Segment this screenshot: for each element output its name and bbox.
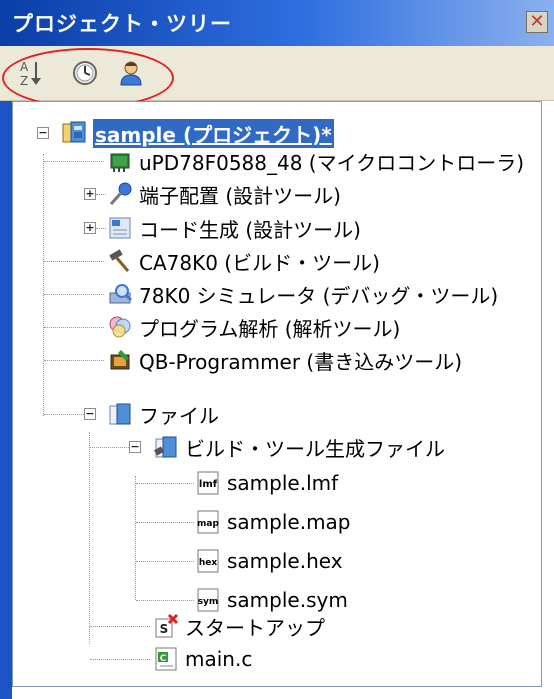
- tree-item-writer[interactable]: QB-Programmer (書き込みツール): [107, 345, 462, 375]
- tree-connector: [89, 432, 90, 644]
- person-icon: [120, 61, 142, 86]
- tree-connector: [44, 294, 104, 295]
- lmf-icon-label: lmf: [199, 479, 218, 490]
- hex-file-icon: hex: [197, 549, 219, 573]
- tree-item-map[interactable]: map sample.map: [195, 507, 351, 537]
- tree-item-label: CA78K0 (ビルド・ツール): [139, 250, 380, 275]
- folder-files-icon: [109, 403, 131, 425]
- hex-icon-label: hex: [199, 558, 218, 568]
- tree-item-microcontroller[interactable]: uPD78F0588_48 (マイクロコントローラ): [107, 146, 524, 176]
- tree-connector: [135, 476, 136, 600]
- map-file-icon: map: [197, 510, 219, 534]
- code-gen-icon: [109, 217, 131, 239]
- toolbar: A Z: [0, 46, 554, 101]
- map-icon-label: map: [197, 519, 219, 529]
- tree-item-startup[interactable]: S スタートアップ: [153, 611, 325, 641]
- project-icon: [62, 121, 86, 143]
- tree-item-label: main.c: [185, 647, 253, 671]
- tree-item-analysis[interactable]: プログラム解析 (解析ツール): [107, 312, 400, 342]
- tree-item-label: 端子配置 (設計ツール): [139, 183, 341, 208]
- tree-item-label: プログラム解析 (解析ツール): [139, 316, 401, 341]
- tree-item-label: sample.sym: [227, 588, 348, 612]
- c-file-icon: C: [155, 647, 177, 671]
- clock-button[interactable]: [70, 58, 100, 88]
- panel-title: プロジェクト・ツリー: [12, 12, 232, 36]
- sym-file-icon: sym: [197, 588, 219, 612]
- tree-item-label: sample (プロジェクト)*: [93, 118, 334, 148]
- close-icon: ✕: [529, 11, 545, 32]
- tree-connector: [90, 659, 150, 660]
- s-icon-label: S: [160, 622, 169, 636]
- tree-connector: [136, 522, 194, 523]
- tree-item-label: sample.map: [227, 510, 351, 534]
- tree-view: − sample (プロジェクト)* uPD78F0588_48 (マイクロコン…: [12, 101, 542, 687]
- collapse-toggle[interactable]: −: [37, 127, 49, 139]
- expand-toggle[interactable]: +: [84, 222, 96, 234]
- project-tree: − sample (プロジェクト)* uPD78F0588_48 (マイクロコン…: [0, 101, 554, 699]
- tree-item-build-files[interactable]: ビルド・ツール生成ファイル: [153, 432, 445, 462]
- programmer-icon: [110, 350, 130, 370]
- analysis-icon: [109, 316, 131, 338]
- tree-item-code-gen[interactable]: コード生成 (設計ツール): [107, 213, 361, 243]
- svg-text:A: A: [20, 60, 29, 74]
- tree-item-pin-config[interactable]: 端子配置 (設計ツール): [107, 179, 341, 209]
- clock-icon: [73, 61, 97, 85]
- tree-item-files[interactable]: ファイル: [107, 399, 219, 429]
- sort-button[interactable]: A Z: [16, 58, 46, 88]
- tree-connector: [136, 561, 194, 562]
- title-bar: プロジェクト・ツリー ✕: [0, 0, 554, 46]
- tree-item-debug-tool[interactable]: 78K0 シミュレータ (デバッグ・ツール): [107, 279, 498, 309]
- tree-item-build-tool[interactable]: CA78K0 (ビルド・ツール): [107, 246, 380, 276]
- tree-item-label: 78K0 シミュレータ (デバッグ・ツール): [139, 283, 499, 308]
- tree-item-label: sample.lmf: [227, 471, 339, 495]
- chip-icon: [110, 153, 130, 172]
- tree-connector: [90, 626, 150, 627]
- tree-item-label: uPD78F0588_48 (マイクロコントローラ): [139, 150, 525, 175]
- collapse-toggle[interactable]: −: [129, 441, 141, 453]
- svg-text:Z: Z: [20, 74, 28, 88]
- tree-connector: [136, 483, 194, 484]
- tree-connector: [44, 327, 104, 328]
- tree-connector: [96, 194, 106, 195]
- simulator-icon: [109, 284, 133, 304]
- close-button[interactable]: ✕: [526, 11, 548, 33]
- tree-item-label: ビルド・ツール生成ファイル: [185, 436, 445, 461]
- lmf-file-icon: lmf: [197, 471, 219, 495]
- project-tree-panel: プロジェクト・ツリー ✕ A Z − sample (プロジェクト)* uPD7…: [0, 0, 554, 699]
- sym-icon-label: sym: [198, 597, 219, 607]
- tree-connector: [44, 414, 84, 415]
- tree-item-project[interactable]: sample (プロジェクト)*: [61, 118, 334, 148]
- c-icon-label: C: [160, 654, 167, 664]
- tree-connector: [44, 360, 104, 361]
- build-files-icon: [154, 436, 177, 458]
- tree-connector: [43, 154, 44, 416]
- tree-connector: [96, 228, 106, 229]
- hammer-icon: [109, 249, 130, 272]
- tree-item-label: ファイル: [139, 403, 219, 428]
- tree-item-main-c[interactable]: C main.c: [153, 644, 252, 674]
- tree-item-lmf[interactable]: lmf sample.lmf: [195, 468, 338, 498]
- tree-connector: [44, 261, 104, 262]
- person-button[interactable]: [116, 58, 146, 88]
- tree-item-label: QB-Programmer (書き込みツール): [139, 349, 463, 374]
- tree-item-label: コード生成 (設計ツール): [139, 217, 361, 242]
- tree-item-label: スタートアップ: [185, 615, 325, 640]
- startup-icon: S: [155, 613, 179, 638]
- tree-connector: [136, 600, 194, 601]
- pin-config-icon: [109, 182, 132, 206]
- tree-item-hex[interactable]: hex sample.hex: [195, 546, 343, 576]
- tree-connector: [44, 161, 104, 162]
- collapse-toggle[interactable]: −: [84, 408, 96, 420]
- expand-toggle[interactable]: +: [84, 188, 96, 200]
- sort-az-icon: A Z: [20, 60, 41, 88]
- tree-connector: [90, 447, 129, 448]
- tree-item-label: sample.hex: [227, 549, 343, 573]
